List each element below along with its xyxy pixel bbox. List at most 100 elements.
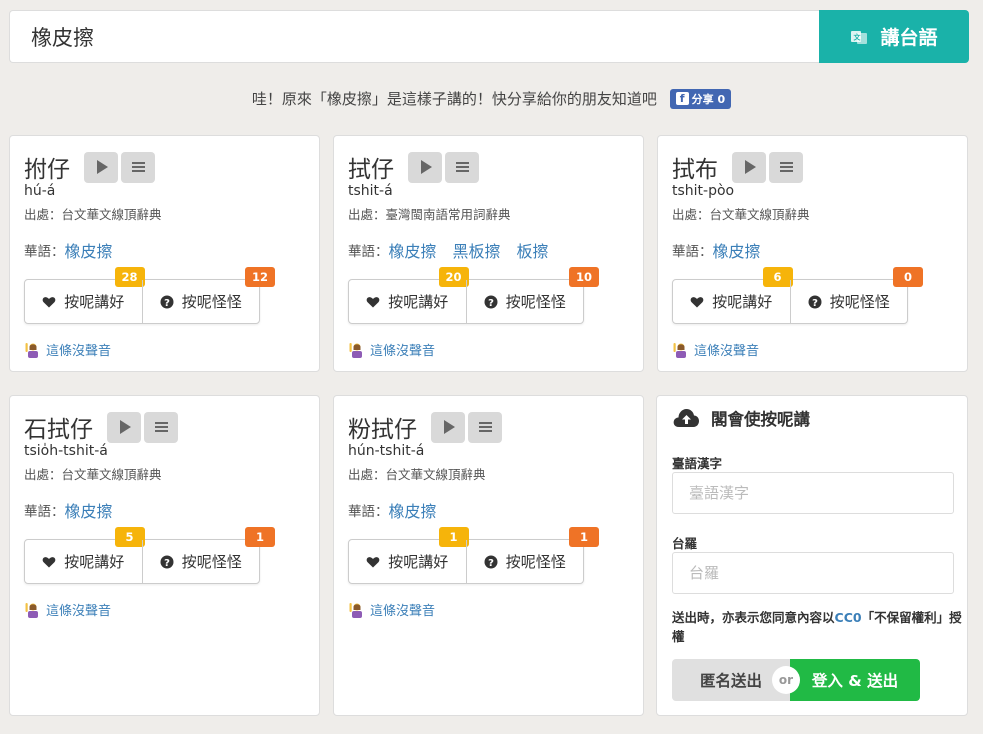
card-header: 粉拭仔 [348,410,505,444]
play-button[interactable] [732,151,766,183]
dislike-count-badge: 12 [245,267,275,287]
detail-list-button[interactable] [445,151,479,183]
mandarin-label: 華語： [24,504,65,520]
like-button[interactable]: 按呢講好 5 [25,527,145,583]
card-title: 石拭仔 [24,417,93,443]
like-label: 按呢講好 [64,293,125,311]
detail-list-button[interactable] [121,151,155,183]
play-icon [444,420,455,434]
card-romanization: tshit-á [348,183,393,199]
hanji-input[interactable] [672,472,954,514]
list-icon [131,162,145,172]
search-button[interactable]: 文 講台語 [819,10,969,63]
dislike-label: 按呢怪怪 [505,553,566,571]
dislike-button[interactable]: ? 按呢怪怪 1 [465,527,599,583]
cloud-upload-icon [673,409,699,427]
play-icon [97,160,108,174]
heart-icon [366,556,380,567]
list-icon [455,162,469,172]
list-icon [779,162,793,172]
no-audio-label: 這條沒聲音 [370,604,436,619]
svg-text:?: ? [164,557,170,568]
no-audio-link[interactable]: 這條沒聲音 [24,600,111,619]
dislike-button[interactable]: ? 按呢怪怪 0 [789,267,923,323]
card-title: 拊仔 [24,157,70,183]
heart-icon [366,296,380,307]
no-audio-link[interactable]: 這條沒聲音 [348,340,435,359]
card-romanization: hú-á [24,183,56,199]
play-button[interactable] [408,151,442,183]
play-button[interactable] [107,411,141,443]
question-circle-icon: ? [808,295,822,308]
svg-text:?: ? [488,297,494,308]
question-circle-icon: ? [484,555,498,568]
detail-list-button[interactable] [769,151,803,183]
list-icon [154,422,168,432]
card-romanization: tshit-pòo [672,183,735,199]
hanji-label: 臺語漢字 [672,456,723,471]
card-title: 拭布 [672,157,718,183]
search-bar: 文 講台語 [9,10,969,63]
play-icon [421,160,432,174]
like-label: 按呢講好 [712,293,773,311]
vote-box: 按呢講好 28 ? 按呢怪怪 12 [24,267,275,324]
form-title: 閣會使按呢講 [672,406,810,430]
suggest-form-card: 閣會使按呢講 臺語漢字 台羅 送出時，亦表示您同意內容以CC0「不保留權利」授權… [656,395,968,716]
dislike-count-badge: 1 [569,527,599,547]
mandarin-word-link[interactable]: 橡皮擦 [65,238,113,262]
dislike-button[interactable]: ? 按呢怪怪 10 [465,267,599,323]
no-audio-link[interactable]: 這條沒聲音 [672,340,759,359]
like-button[interactable]: 按呢講好 1 [349,527,469,583]
no-audio-link[interactable]: 這條沒聲音 [348,600,435,619]
mandarin-word-link[interactable]: 黑板擦 [453,238,501,262]
dislike-count-badge: 0 [893,267,923,287]
like-count-badge: 1 [438,527,469,547]
detail-list-button[interactable] [468,411,502,443]
svg-text:文: 文 [854,32,862,41]
card-header: 拭仔 [348,150,482,184]
login-submit-button[interactable]: 登入 & 送出 [790,659,920,701]
dislike-button[interactable]: ? 按呢怪怪 12 [141,267,275,323]
facebook-share-label: 分享 0 [691,92,726,106]
mandarin-word-link[interactable]: 板擦 [517,238,549,262]
license-notice: 送出時，亦表示您同意內容以CC0「不保留權利」授權 [672,608,962,646]
dislike-label: 按呢怪怪 [181,293,242,311]
play-button[interactable] [431,411,465,443]
card-mandarin: 華語： 橡皮擦 [24,500,129,524]
vote-box: 按呢講好 20 ? 按呢怪怪 10 [348,267,599,324]
search-input[interactable] [9,10,819,63]
like-button[interactable]: 按呢講好 28 [25,267,145,323]
mandarin-word-link[interactable]: 橡皮擦 [389,238,437,262]
person-raising-hand-icon [25,602,38,618]
card-romanization: hún-tshit-á [348,443,425,459]
dislike-button[interactable]: ? 按呢怪怪 1 [141,527,275,583]
no-audio-label: 這條沒聲音 [694,344,760,359]
vote-box: 按呢講好 6 ? 按呢怪怪 0 [672,267,923,324]
mandarin-label: 華語： [24,244,65,260]
no-audio-link[interactable]: 這條沒聲音 [24,340,111,359]
like-button[interactable]: 按呢講好 6 [673,267,793,323]
mandarin-word-link[interactable]: 橡皮擦 [713,238,761,262]
play-icon [745,160,756,174]
card-header: 拊仔 [24,150,158,184]
svg-text:?: ? [812,297,818,308]
cc0-link[interactable]: CC0 [835,610,862,625]
card-mandarin: 華語： 橡皮擦 [24,240,129,264]
vote-box: 按呢講好 5 ? 按呢怪怪 1 [24,527,275,584]
person-raising-hand-icon [673,342,686,358]
mandarin-word-link[interactable]: 橡皮擦 [65,498,113,522]
dislike-count-badge: 1 [245,527,275,547]
heart-icon [690,296,704,307]
facebook-share-button[interactable]: f 分享 0 [669,88,732,109]
like-button[interactable]: 按呢講好 20 [349,267,469,323]
like-label: 按呢講好 [388,553,449,571]
play-button[interactable] [84,151,118,183]
lomaji-input[interactable] [672,552,954,594]
card-header: 拭布 [672,150,806,184]
detail-list-button[interactable] [144,411,178,443]
mandarin-word-link[interactable]: 橡皮擦 [389,498,437,522]
like-count-badge: 28 [114,267,145,287]
no-audio-label: 這條沒聲音 [46,344,112,359]
person-raising-hand-icon [349,602,362,618]
like-label: 按呢講好 [388,293,449,311]
